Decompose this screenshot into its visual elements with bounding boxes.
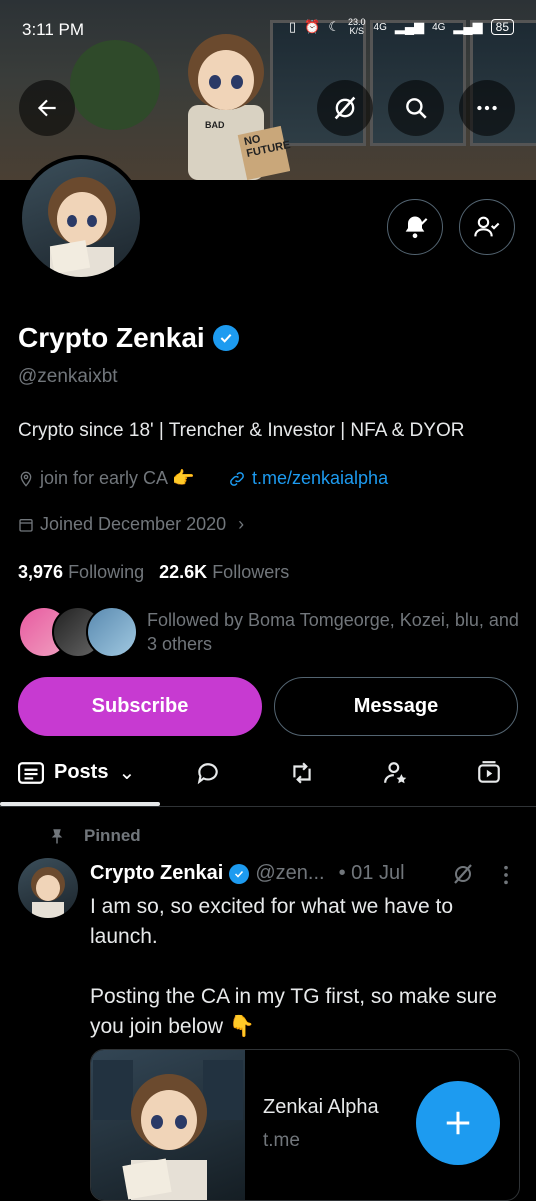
profile-handle: @zenkaixbt	[18, 366, 118, 387]
tab-reposts[interactable]	[287, 758, 317, 788]
grok-icon	[334, 96, 356, 120]
tab-active-indicator	[0, 802, 160, 806]
subscribe-button[interactable]: Subscribe	[18, 677, 262, 736]
grok-button[interactable]	[317, 80, 373, 136]
verified-badge-icon	[229, 863, 250, 884]
network-label-2: 4G	[432, 21, 446, 33]
person-check-icon	[474, 216, 500, 237]
profile-name: Crypto Zenkai	[18, 322, 239, 354]
moon-icon: ☾	[328, 19, 340, 34]
signal-icon: ▂▄▆	[394, 19, 425, 34]
tab-replies[interactable]	[193, 758, 223, 788]
following-label: Following	[68, 562, 145, 582]
profile-location: join for early CA 👉	[18, 468, 194, 489]
followers-you-know-avatars[interactable]	[18, 606, 138, 658]
compose-button[interactable]	[416, 1081, 500, 1165]
follow-counts: 3,976 Following 22.6K Followers	[18, 562, 289, 583]
battery-level: 85	[490, 19, 514, 35]
profile-avatar[interactable]	[18, 155, 144, 281]
tab-posts[interactable]: Posts ⌄	[18, 760, 135, 785]
profile-link[interactable]: t.me/zenkaialpha	[228, 468, 388, 489]
plus-icon	[446, 1111, 470, 1135]
more-icon	[477, 105, 497, 111]
following-status-button[interactable]	[459, 199, 515, 255]
signal-icon: ▂▄▆	[453, 19, 483, 34]
chevron-right-icon: ›	[238, 514, 245, 534]
post-header: Crypto Zenkai @zen... • 01 Jul	[90, 862, 405, 885]
bell-check-icon	[405, 216, 428, 239]
profile-joined-text: Joined December 2020	[40, 514, 227, 534]
status-time: 3:11 PM	[22, 20, 85, 39]
person-star-icon	[384, 762, 407, 784]
message-button[interactable]: Message	[274, 677, 518, 736]
video-icon	[478, 761, 500, 783]
back-button[interactable]	[19, 80, 75, 136]
tab-media[interactable]	[474, 758, 504, 788]
network-speed: 23.0 K/S	[348, 18, 366, 36]
pin-icon	[51, 829, 63, 844]
banner-shirt-text: BAD	[205, 120, 225, 130]
reply-icon	[197, 763, 218, 785]
tab-highlights[interactable]	[381, 758, 411, 788]
avatar-character	[48, 177, 116, 277]
arrow-left-icon	[37, 99, 56, 117]
vibrate-icon: ▯	[288, 19, 297, 34]
link-card-title: Zenkai Alpha	[263, 1096, 379, 1118]
tab-posts-label: Posts	[54, 761, 109, 783]
profile-joined[interactable]: Joined December 2020 ›	[18, 514, 244, 535]
post-date[interactable]: • 01 Jul	[339, 862, 405, 885]
post-grok-button[interactable]	[451, 862, 475, 891]
search-icon	[406, 98, 427, 119]
post-avatar-character	[31, 867, 65, 918]
link-card-domain: t.me	[263, 1130, 300, 1151]
alarm-icon: ⏰	[304, 19, 321, 34]
status-bar: 3:11 PM ▯ ⏰ ☾ 23.0 K/S 4G ▂▄▆ 4G ▂▄▆ 85	[0, 0, 536, 58]
profile-link-text[interactable]: t.me/zenkaialpha	[252, 468, 388, 489]
location-icon	[20, 471, 32, 487]
post-author-handle[interactable]: @zen...	[255, 862, 324, 885]
link-icon	[230, 471, 244, 486]
card-character	[93, 1060, 243, 1200]
posts-icon	[18, 761, 44, 784]
chevron-down-icon: ⌄	[118, 762, 136, 784]
followers-count: 22.6K	[159, 562, 208, 582]
post-text: I am so, so excited for what we have to …	[90, 895, 497, 1038]
profile-bio: Crypto since 18' | Trencher & Investor |…	[18, 420, 465, 441]
verified-badge-icon[interactable]	[212, 325, 239, 351]
followed-by-text[interactable]: Followed by Boma Tomgeorge, Kozei, blu, …	[147, 608, 522, 656]
notifications-button[interactable]	[387, 199, 443, 255]
status-icons: ▯ ⏰ ☾ 23.0 K/S 4G ▂▄▆ 4G ▂▄▆ 85	[289, 18, 514, 36]
pinned-text: Pinned	[84, 826, 141, 845]
pinned-label: Pinned	[48, 826, 141, 846]
search-button[interactable]	[388, 80, 444, 136]
network-label-1: 4G	[373, 21, 387, 33]
calendar-icon	[19, 518, 33, 532]
repost-icon	[293, 762, 311, 784]
more-button[interactable]	[459, 80, 515, 136]
profile-location-text: join for early CA 👉	[40, 468, 195, 488]
profile-name-text: Crypto Zenkai	[18, 322, 205, 353]
following-count: 3,976	[18, 562, 64, 582]
followers-link[interactable]: 22.6K Followers	[159, 562, 289, 582]
network-speed-unit: K/S	[349, 26, 364, 36]
grok-icon	[454, 864, 472, 884]
post-author-name[interactable]: Crypto Zenkai	[90, 862, 223, 885]
profile-tabs: Posts ⌄	[0, 746, 536, 807]
post-more-button[interactable]	[500, 864, 512, 891]
more-vertical-icon	[504, 865, 508, 885]
avatar	[86, 606, 138, 658]
link-card-image	[91, 1050, 245, 1200]
post-avatar[interactable]	[18, 858, 78, 918]
followers-label: Followers	[212, 562, 290, 582]
following-link[interactable]: 3,976 Following	[18, 562, 144, 582]
